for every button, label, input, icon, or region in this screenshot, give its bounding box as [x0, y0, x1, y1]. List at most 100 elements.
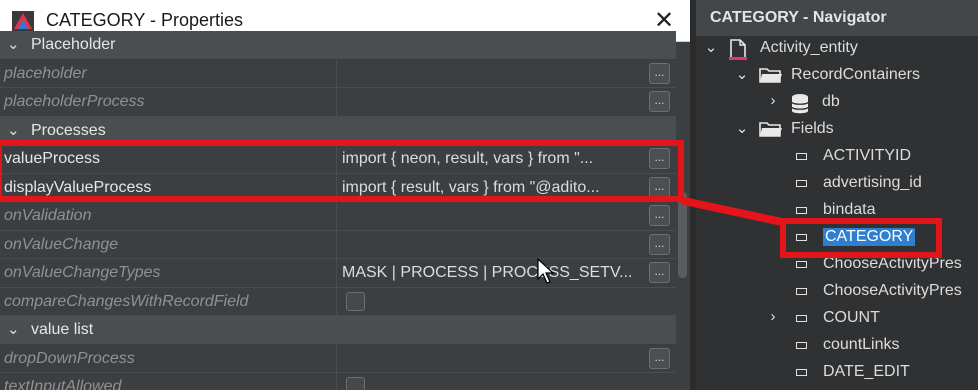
- category-label: Placeholder: [31, 36, 116, 53]
- tree-item[interactable]: ⌄ Activity_entity: [696, 36, 978, 62]
- chevron-right-icon[interactable]: ›: [766, 308, 780, 325]
- ellipsis-button[interactable]: ...: [649, 262, 670, 283]
- chevron-down-icon[interactable]: ⌄: [704, 38, 718, 56]
- column-divider: [336, 145, 337, 173]
- property-checkbox[interactable]: [346, 291, 365, 311]
- property-row[interactable]: onValidation...: [0, 202, 676, 231]
- property-row[interactable]: displayValueProcess import { result, vars…: [0, 173, 676, 202]
- column-divider: [336, 344, 337, 372]
- property-name: onValueChange: [4, 235, 119, 253]
- category-header[interactable]: ⌄ Placeholder: [0, 31, 676, 60]
- chevron-down-icon[interactable]: ⌄: [7, 35, 20, 53]
- property-row[interactable]: onValueChangeTypes MASK | PROCESS | PROCE…: [0, 259, 676, 288]
- tree-item-label: COUNT: [823, 309, 880, 326]
- mouse-cursor-icon: [537, 258, 555, 284]
- property-name: placeholderProcess: [4, 93, 145, 110]
- property-row[interactable]: dropDownProcess...: [0, 344, 676, 373]
- tree-item-label: DATE_EDIT: [823, 363, 910, 380]
- property-checkbox[interactable]: [346, 377, 365, 390]
- tree-item-label: Fields: [791, 120, 834, 137]
- property-name: dropDownProcess: [4, 349, 135, 367]
- property-row[interactable]: placeholder...: [0, 59, 676, 88]
- property-row[interactable]: compareChangesWithRecordField: [0, 287, 676, 316]
- chevron-down-icon[interactable]: ⌄: [735, 65, 749, 83]
- property-value[interactable]: MASK | PROCESS | PROCESS_SETV...: [342, 264, 642, 282]
- navigator-title: CATEGORY - Navigator: [710, 9, 887, 26]
- tree-item[interactable]: › COUNT: [696, 306, 978, 332]
- tree-item[interactable]: ACTIVITYID: [696, 144, 978, 170]
- field-icon: [796, 153, 807, 160]
- tree-item-label: ChooseActivityPres: [823, 282, 962, 299]
- ellipsis-button[interactable]: ...: [649, 205, 670, 226]
- property-value[interactable]: import { result, vars } from "@adito...: [342, 179, 642, 197]
- tree-item[interactable]: DATE_EDIT: [696, 360, 978, 386]
- column-divider: [336, 230, 337, 258]
- tree-item[interactable]: ⌄ RecordContainers: [696, 63, 978, 89]
- ellipsis-button[interactable]: ...: [649, 176, 670, 198]
- property-row[interactable]: textInputAllowed: [0, 373, 676, 390]
- navigator-panel: CATEGORY - Navigator ⌄ Activity_entity ⌄ Re…: [696, 0, 978, 390]
- folder-icon: [759, 68, 782, 83]
- ellipsis-button[interactable]: ...: [649, 233, 670, 255]
- category-label: value list: [31, 321, 94, 338]
- tree-item-label: countLinks: [823, 336, 900, 353]
- tree-item[interactable]: ⌄ Fields: [696, 117, 978, 143]
- column-divider: [336, 287, 337, 315]
- tree-item-label: CATEGORY: [823, 228, 916, 246]
- field-icon: [796, 261, 807, 268]
- column-divider: [336, 202, 337, 230]
- category-header[interactable]: ⌄ Processes: [0, 116, 676, 145]
- property-name: onValueChangeTypes: [4, 264, 161, 281]
- property-name: onValidation: [4, 207, 92, 224]
- ellipsis-button[interactable]: ...: [649, 347, 670, 369]
- dialog-title: CATEGORY - Properties: [46, 10, 244, 30]
- app-logo-icon: [12, 11, 34, 31]
- field-icon: [796, 369, 807, 376]
- tree-item-label: bindata: [823, 201, 876, 218]
- column-divider: [336, 173, 337, 201]
- category-header[interactable]: ⌄ value list: [0, 316, 676, 345]
- database-icon: [791, 94, 809, 114]
- property-name: placeholder: [4, 64, 87, 82]
- vertical-scrollbar[interactable]: [677, 42, 688, 390]
- properties-dialog: CATEGORY - Properties ✕ ⌄ Placeholder plac…: [0, 0, 690, 390]
- property-name: compareChangesWithRecordField: [4, 292, 249, 310]
- column-divider: [336, 88, 337, 116]
- tree-item[interactable]: bindata: [696, 198, 978, 224]
- chevron-right-icon[interactable]: ›: [766, 92, 780, 109]
- tree-item[interactable]: ChooseActivityPres: [696, 252, 978, 278]
- tree-item-label: db: [822, 93, 840, 110]
- property-sheet: ⌄ Placeholder placeholder... placeholderPro…: [0, 31, 676, 390]
- field-icon: [796, 180, 807, 187]
- field-icon: [796, 315, 807, 322]
- entity-file-icon: [729, 39, 747, 60]
- folder-icon: [759, 122, 782, 137]
- scrollbar-thumb[interactable]: [678, 192, 687, 278]
- tree-item-label: ACTIVITYID: [823, 147, 912, 164]
- tree-item[interactable]: countLinks: [696, 333, 978, 359]
- chevron-down-icon[interactable]: ⌄: [7, 320, 20, 338]
- tree-item[interactable]: ChooseActivityPres: [696, 279, 978, 305]
- tree-item[interactable]: advertising_id: [696, 171, 978, 197]
- column-divider: [336, 259, 337, 287]
- column-divider: [336, 373, 337, 390]
- property-value[interactable]: import { neon, result, vars } from "...: [342, 150, 642, 168]
- tree-item-label: advertising_id: [823, 174, 922, 191]
- property-name: displayValueProcess: [4, 178, 152, 196]
- tree-item-label: RecordContainers: [791, 66, 920, 83]
- navigator-titlebar: CATEGORY - Navigator: [696, 0, 978, 36]
- chevron-down-icon[interactable]: ⌄: [7, 121, 20, 139]
- ellipsis-button[interactable]: ...: [649, 91, 670, 112]
- ellipsis-button[interactable]: ...: [649, 62, 670, 84]
- field-icon: [796, 207, 807, 214]
- chevron-down-icon[interactable]: ⌄: [735, 119, 749, 137]
- ellipsis-button[interactable]: ...: [649, 148, 670, 169]
- tree-item-selected[interactable]: CATEGORY: [696, 225, 978, 251]
- category-label: Processes: [31, 121, 106, 139]
- property-row[interactable]: valueProcess import { neon, result, vars …: [0, 145, 676, 174]
- tree-item[interactable]: › db: [696, 90, 978, 116]
- property-row[interactable]: onValueChange...: [0, 230, 676, 259]
- property-name: valueProcess: [4, 150, 101, 167]
- property-row[interactable]: placeholderProcess...: [0, 88, 676, 117]
- column-divider: [336, 59, 337, 87]
